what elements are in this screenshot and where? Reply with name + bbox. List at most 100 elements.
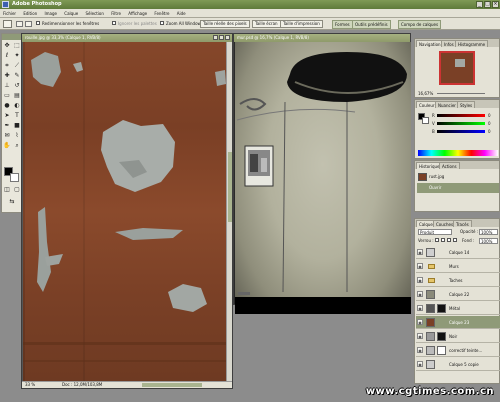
healing-brush-icon[interactable]: ✚: [3, 72, 11, 80]
doc-maximize-button[interactable]: [219, 35, 224, 40]
layer-row[interactable]: ◉ Calque 14: [416, 246, 500, 259]
zoom-tool-box-icon[interactable]: ⌕: [13, 142, 21, 150]
layer-name[interactable]: Taches: [449, 274, 463, 287]
layer-mask-thumbnail[interactable]: [437, 332, 446, 341]
zoom-out-icon[interactable]: [25, 21, 32, 27]
maximize-button[interactable]: □: [484, 1, 491, 8]
color-spectrum-ramp[interactable]: [418, 150, 498, 156]
eraser-tool-icon[interactable]: ▭: [3, 92, 11, 100]
blur-tool-icon[interactable]: ●: [3, 102, 11, 110]
layer-group-row[interactable]: ◉ Murs: [416, 260, 500, 273]
layer-row[interactable]: ◉ correctif teinte...: [416, 344, 500, 357]
lock-transparency-checkbox[interactable]: [435, 238, 439, 242]
magic-wand-icon[interactable]: ✦: [13, 52, 21, 60]
eyedropper-icon[interactable]: ⌇: [13, 132, 21, 140]
slice-tool-icon[interactable]: ⟋: [13, 62, 21, 70]
layer-row[interactable]: ◉ Calque 22: [416, 288, 500, 301]
history-snapshot[interactable]: rust.jpg: [417, 172, 499, 182]
vertical-scrollbar[interactable]: [226, 42, 232, 382]
layer-name[interactable]: Calque 23: [449, 316, 469, 329]
quick-mask-icon[interactable]: ◫: [3, 186, 11, 194]
zoom-in-icon[interactable]: [16, 21, 23, 27]
tab-histogram[interactable]: Histogramme: [455, 40, 489, 47]
rust-canvas[interactable]: [23, 42, 227, 382]
document-window-rust[interactable]: rouille.jpg @ 33,3% (Calque 1, RVB/8) 33…: [21, 33, 233, 389]
layer-row[interactable]: ◉ Noir: [416, 330, 500, 343]
path-select-icon[interactable]: ➤: [3, 112, 11, 120]
visibility-eye-icon[interactable]: ◉: [417, 249, 423, 255]
navigator-zoom-slider[interactable]: [437, 93, 485, 94]
notes-tool-icon[interactable]: ✉: [3, 132, 11, 140]
layer-name[interactable]: correctif teinte...: [449, 344, 482, 357]
menu-filter[interactable]: Filtre: [108, 9, 124, 18]
menu-image[interactable]: Image: [41, 9, 60, 18]
palette-well-tab-presets[interactable]: Outils prédéfinis: [352, 20, 391, 29]
document-title-2[interactable]: mur.psd @ 16,7% (Calque 1, RVB/8): [234, 34, 410, 42]
doc-minimize-button[interactable]: [213, 35, 218, 40]
stamp-tool-icon[interactable]: ⊥: [3, 82, 11, 90]
zoom-level[interactable]: 33 %: [25, 382, 35, 388]
resize-windows-checkbox[interactable]: [36, 21, 40, 25]
shape-tool-icon[interactable]: ■: [13, 122, 21, 130]
layer-row-selected[interactable]: ◉ Calque 23: [416, 316, 500, 329]
lock-image-checkbox[interactable]: [441, 238, 445, 242]
history-state-open[interactable]: Ouvrir: [417, 183, 499, 193]
visibility-eye-icon[interactable]: ◉: [417, 347, 423, 353]
layer-name[interactable]: Calque 22: [449, 288, 469, 301]
blue-value[interactable]: 0: [488, 129, 491, 134]
horizontal-scroll-thumb[interactable]: [142, 383, 202, 387]
tab-actions[interactable]: Actions: [439, 162, 460, 169]
background-color-swatch[interactable]: [10, 173, 19, 182]
menu-file[interactable]: Fichier: [0, 9, 19, 18]
brush-tool-icon[interactable]: ✎: [13, 72, 21, 80]
visibility-eye-icon[interactable]: ◉: [417, 263, 423, 269]
document-window-wall[interactable]: mur.psd @ 16,7% (Calque 1, RVB/8): [233, 33, 411, 314]
print-size-button[interactable]: Taille d'impression: [280, 20, 323, 28]
type-tool-icon[interactable]: T: [13, 112, 21, 120]
gradient-tool-icon[interactable]: ▤: [13, 92, 21, 100]
actual-pixels-button[interactable]: Taille réelle des pixels: [200, 20, 250, 28]
navigator-thumbnail[interactable]: [439, 51, 475, 85]
visibility-eye-icon[interactable]: ◉: [417, 333, 423, 339]
zoom-all-windows-checkbox[interactable]: [160, 21, 164, 25]
lock-all-checkbox[interactable]: [453, 238, 457, 242]
menu-window[interactable]: Fenêtre: [151, 9, 172, 18]
layer-name[interactable]: Calque 14: [449, 246, 469, 259]
layer-mask-thumbnail[interactable]: [437, 346, 446, 355]
hand-tool-icon[interactable]: ✋: [3, 142, 11, 150]
layer-name[interactable]: Noir: [449, 330, 457, 343]
menu-edit[interactable]: Edition: [20, 9, 40, 18]
layer-name[interactable]: Murs: [449, 260, 459, 273]
visibility-eye-icon[interactable]: ◉: [417, 291, 423, 297]
close-button[interactable]: ×: [492, 1, 499, 8]
fill-field[interactable]: 100%: [479, 238, 498, 244]
layer-name[interactable]: Calque 5 copie: [449, 358, 479, 371]
menu-layer[interactable]: Calque: [61, 9, 81, 18]
move-tool-icon[interactable]: ✥: [3, 42, 11, 50]
minimize-button[interactable]: _: [476, 1, 483, 8]
visibility-eye-icon[interactable]: ◉: [417, 361, 423, 367]
color-background-swatch[interactable]: [422, 117, 429, 124]
layer-row[interactable]: ◉ Calque 5 copie: [416, 358, 500, 371]
marquee-tool-icon[interactable]: ⬚: [13, 42, 21, 50]
pen-tool-icon[interactable]: ✒: [3, 122, 11, 130]
lasso-tool-icon[interactable]: ℓ: [3, 52, 11, 60]
visibility-eye-icon[interactable]: ◉: [417, 277, 423, 283]
palette-well-tab-brushes[interactable]: Formes: [332, 20, 353, 29]
jump-to-imageready-icon[interactable]: ⇆: [8, 198, 16, 206]
crop-tool-icon[interactable]: ⌗: [3, 62, 11, 70]
ignore-palettes-checkbox[interactable]: [112, 21, 116, 25]
visibility-eye-icon[interactable]: ◉: [417, 319, 423, 325]
tab-swatches[interactable]: Nuancier: [435, 101, 459, 108]
wall-canvas[interactable]: [235, 42, 411, 314]
layer-name[interactable]: Métal: [449, 302, 460, 315]
dodge-tool-icon[interactable]: ◐: [13, 102, 21, 110]
document-title[interactable]: rouille.jpg @ 33,3% (Calque 1, RVB/8): [22, 34, 232, 42]
red-value[interactable]: 0: [488, 113, 491, 118]
visibility-eye-icon[interactable]: ◉: [417, 305, 423, 311]
history-brush-icon[interactable]: ↺: [13, 82, 21, 90]
palette-well-tab-comps[interactable]: Compo de calques: [398, 20, 442, 29]
blend-mode-select[interactable]: Produit: [418, 229, 452, 235]
red-slider[interactable]: [437, 114, 485, 117]
tab-paths[interactable]: Tracés: [453, 220, 472, 227]
